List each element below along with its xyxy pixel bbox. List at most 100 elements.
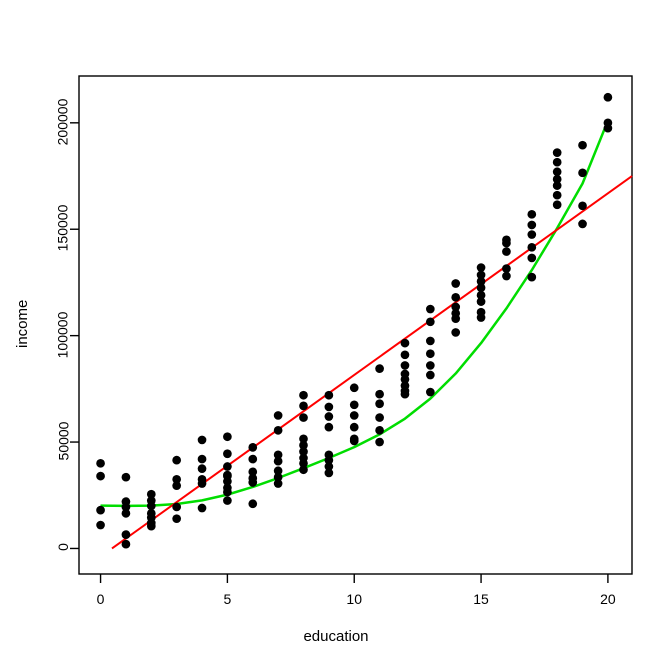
- data-point: [451, 328, 461, 337]
- data-point: [197, 435, 207, 445]
- data-point: [476, 297, 486, 306]
- data-point: [121, 530, 131, 539]
- x-tick-label: 10: [346, 591, 363, 607]
- data-point: [197, 464, 207, 474]
- data-point: [578, 168, 587, 178]
- data-point: [425, 317, 435, 327]
- plot-drawing-area: [70, 75, 633, 583]
- data-point: [502, 238, 511, 248]
- data-point: [197, 454, 207, 464]
- data-point: [96, 471, 105, 481]
- data-point: [172, 481, 182, 491]
- data-point: [502, 247, 511, 256]
- data-point: [552, 157, 562, 167]
- data-point: [476, 283, 486, 293]
- y-tick-label: 50000: [55, 421, 71, 461]
- data-point: [349, 400, 359, 410]
- data-point: [223, 449, 232, 459]
- x-tick-label: 0: [96, 591, 105, 607]
- data-point: [603, 92, 613, 102]
- data-point: [197, 503, 207, 513]
- data-point: [324, 422, 334, 432]
- data-point: [223, 471, 232, 481]
- data-point: [324, 402, 334, 412]
- data-point: [400, 338, 410, 348]
- data-point: [552, 181, 562, 190]
- data-point: [400, 361, 410, 370]
- data-point: [324, 468, 334, 478]
- x-tick-label: 20: [600, 591, 616, 607]
- data-point: [425, 361, 435, 370]
- data-point: [425, 336, 435, 346]
- data-point: [451, 292, 461, 302]
- data-point: [425, 387, 435, 397]
- data-point: [552, 200, 562, 210]
- y-tick-label: 150000: [54, 204, 71, 252]
- data-point: [527, 230, 537, 239]
- data-point: [578, 140, 587, 150]
- data-point: [527, 242, 537, 252]
- data-point: [248, 443, 258, 452]
- data-point: [578, 219, 587, 229]
- data-point: [273, 411, 283, 420]
- data-point: [425, 304, 435, 314]
- plot-frame: [78, 75, 633, 575]
- x-tick-label: 15: [473, 591, 489, 607]
- data-point: [223, 432, 232, 442]
- data-point: [324, 390, 334, 400]
- data-point: [527, 209, 537, 219]
- data-point: [223, 496, 232, 505]
- data-point: [223, 487, 232, 497]
- data-point: [425, 349, 435, 359]
- smooth-fit-path: [100, 120, 610, 508]
- data-point: [349, 411, 359, 420]
- data-point: [375, 399, 384, 409]
- y-axis-title: income: [14, 299, 31, 348]
- data-point: [349, 422, 359, 432]
- data-point: [121, 502, 131, 512]
- data-point: [400, 350, 410, 360]
- data-point: [375, 437, 384, 447]
- data-point: [527, 220, 537, 230]
- data-point: [349, 436, 359, 446]
- data-point: [451, 279, 461, 288]
- data-point: [248, 478, 258, 487]
- data-point: [552, 148, 562, 157]
- data-point: [476, 313, 486, 322]
- data-point: [273, 456, 283, 466]
- y-tick-label: 0: [54, 543, 71, 552]
- data-point: [578, 201, 587, 211]
- data-point: [400, 389, 410, 399]
- data-point: [502, 271, 511, 281]
- data-point: [197, 479, 207, 488]
- data-point: [527, 253, 537, 263]
- data-point: [172, 455, 182, 465]
- data-point: [121, 539, 131, 549]
- data-point: [451, 314, 461, 323]
- data-point: [603, 123, 613, 133]
- data-point: [248, 499, 258, 509]
- linear-fit-line: [111, 175, 633, 550]
- smooth-fit-curve: [100, 120, 610, 508]
- data-point: [96, 458, 105, 468]
- data-point: [223, 462, 232, 471]
- data-point: [552, 190, 562, 200]
- data-point: [375, 413, 384, 422]
- data-point: [375, 364, 384, 373]
- data-point: [273, 425, 283, 435]
- data-point: [273, 479, 283, 488]
- data-point: [324, 412, 334, 421]
- data-point: [146, 496, 156, 505]
- data-point: [375, 389, 384, 399]
- linear-fit-path: [111, 175, 633, 550]
- data-point: [527, 272, 537, 282]
- data-point: [299, 465, 308, 475]
- data-point: [299, 401, 308, 411]
- x-tick-label: 5: [223, 591, 232, 607]
- x-axis-title: education: [303, 628, 369, 645]
- data-point: [121, 472, 131, 482]
- data-point: [425, 370, 435, 380]
- data-point: [96, 520, 105, 530]
- data-point: [375, 425, 384, 435]
- data-point: [172, 514, 182, 524]
